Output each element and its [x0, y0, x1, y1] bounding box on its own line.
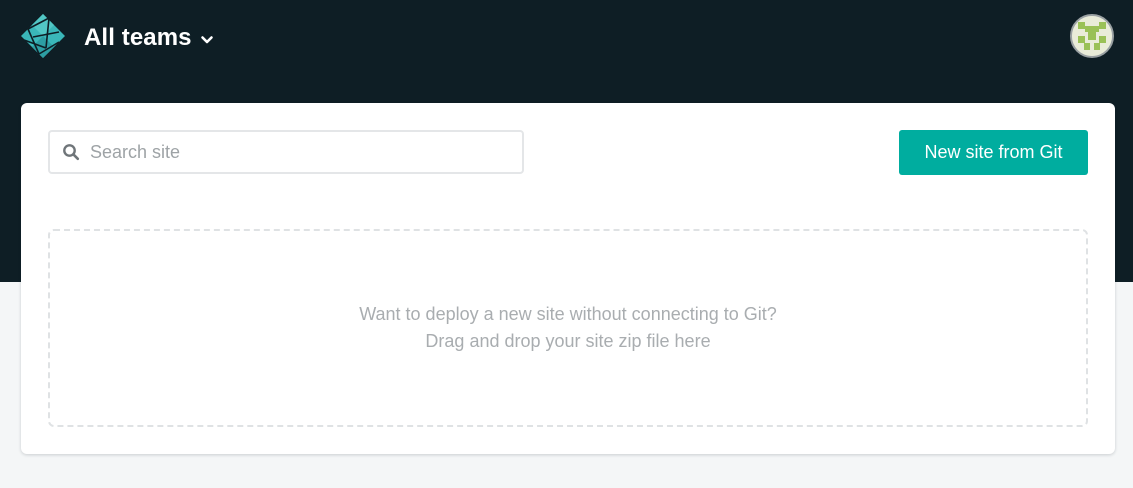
team-switcher-label: All teams: [84, 24, 192, 51]
zip-dropzone[interactable]: Want to deploy a new site without connec…: [48, 229, 1088, 427]
team-switcher[interactable]: All teams: [84, 22, 214, 54]
dropzone-instruction: Drag and drop your site zip file here: [425, 331, 711, 351]
dropzone-prompt: Want to deploy a new site without connec…: [359, 304, 777, 324]
user-avatar[interactable]: [1070, 14, 1114, 58]
site-search-box[interactable]: [48, 130, 524, 174]
search-input[interactable]: [90, 137, 510, 167]
search-icon: [62, 143, 80, 161]
user-avatar-icon: [1072, 16, 1112, 56]
netlify-logo-icon[interactable]: [19, 12, 67, 60]
chevron-down-icon: [200, 33, 214, 47]
sites-panel: New site from Git Want to deploy a new s…: [21, 103, 1115, 454]
new-site-from-git-button[interactable]: New site from Git: [899, 130, 1088, 175]
